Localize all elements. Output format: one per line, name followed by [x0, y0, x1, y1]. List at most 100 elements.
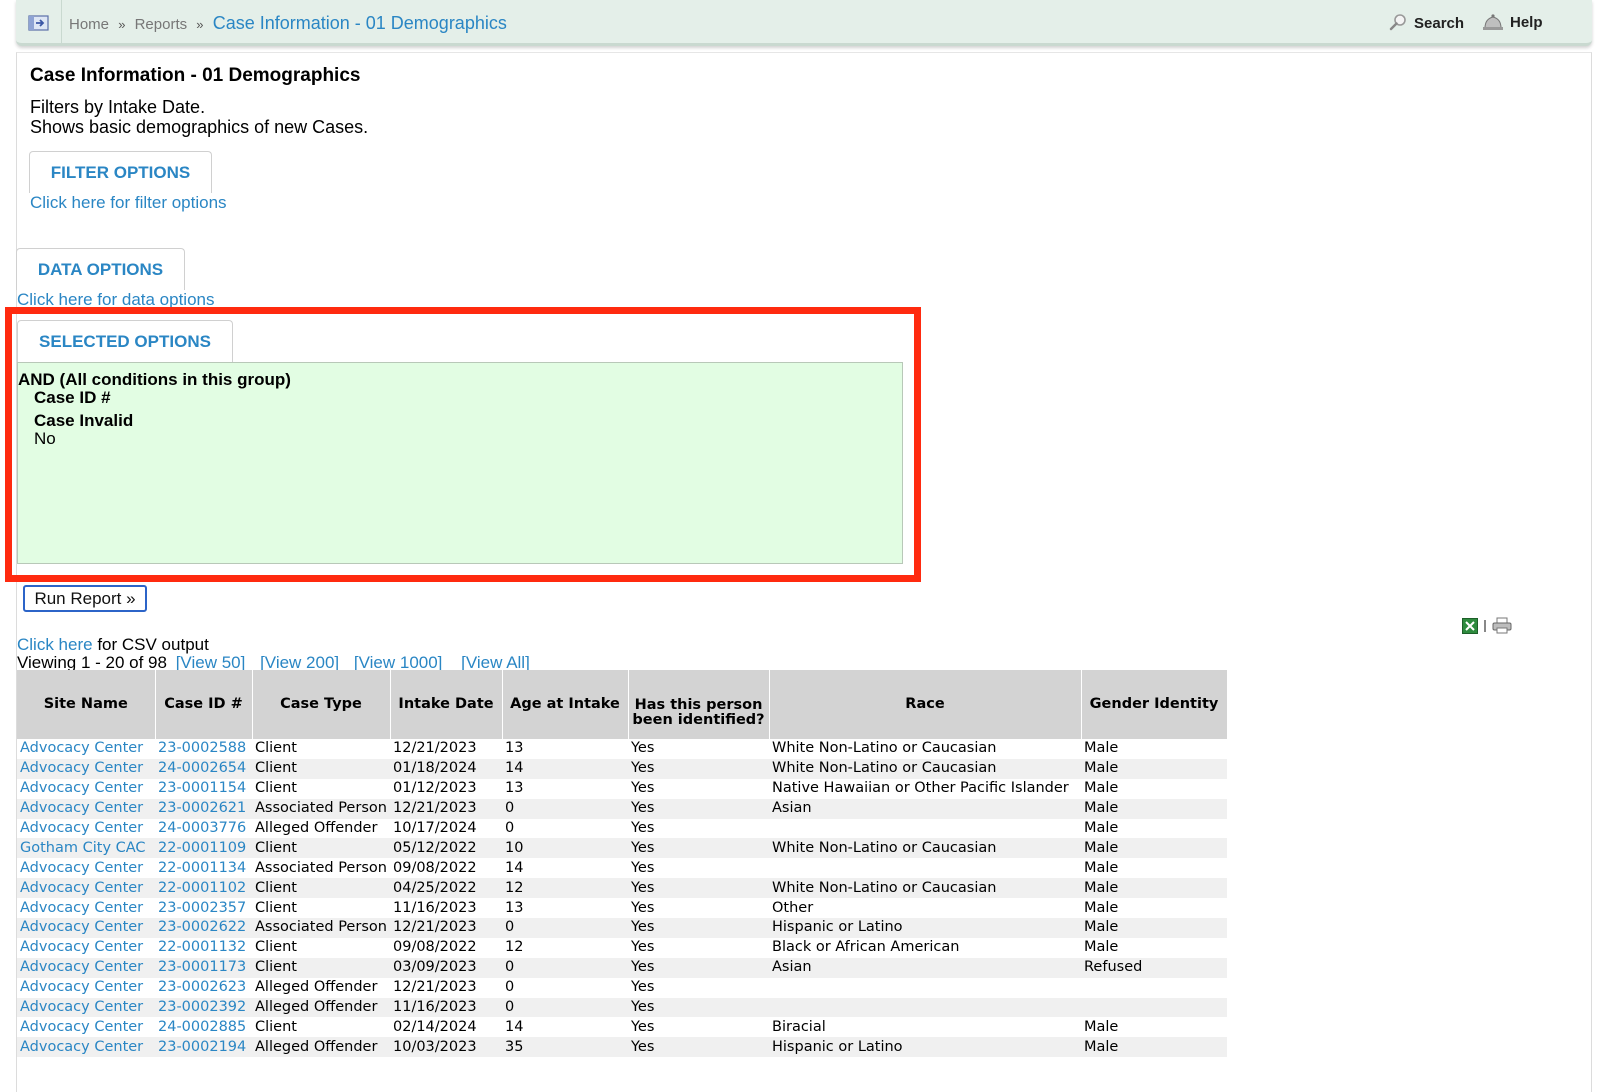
column-header-identified[interactable]: Has this person been identified?: [628, 670, 770, 739]
intake-date-cell: 02/14/2024: [393, 1018, 477, 1035]
csv-output-link[interactable]: Click here: [17, 635, 93, 654]
race-cell: White Non-Latino or Caucasian: [769, 758, 1081, 779]
run-report-button[interactable]: Run Report »: [23, 585, 147, 612]
column-header-race[interactable]: Race: [769, 670, 1082, 739]
table-row: Advocacy Center 23-0002194 Alleged Offende…: [17, 1037, 1227, 1058]
case-id-cell[interactable]: 23-0001154: [155, 779, 252, 799]
table-row: Advocacy Center 22-0001134 Associated Pers…: [17, 858, 1227, 878]
case-id-cell[interactable]: 23-0002588: [155, 739, 252, 759]
site-name-cell[interactable]: Gotham City CAC: [17, 838, 155, 859]
age-cell: 14: [502, 758, 628, 779]
site-name-cell[interactable]: Advocacy Center: [17, 1017, 155, 1037]
tab-filter-options[interactable]: FILTER OPTIONS: [29, 151, 212, 193]
gender-cell: Male: [1084, 740, 1119, 757]
site-name-cell[interactable]: Advocacy Center: [17, 1037, 155, 1058]
excel-icon[interactable]: [1462, 617, 1478, 634]
site-name-cell[interactable]: Advocacy Center: [17, 938, 155, 958]
site-name-cell[interactable]: Advocacy Center: [17, 798, 155, 819]
report-description: Filters by Intake Date. Shows basic demo…: [30, 97, 368, 137]
case-id-cell[interactable]: 23-0002357: [155, 898, 252, 918]
site-name-cell[interactable]: Advocacy Center: [17, 858, 155, 878]
identified-cell: Yes: [631, 820, 655, 836]
site-name-cell[interactable]: Advocacy Center: [17, 918, 155, 938]
race-cell: [769, 858, 1081, 878]
site-name-cell[interactable]: Advocacy Center: [17, 878, 155, 899]
table-row: Advocacy Center 23-0002622 Associated Pers…: [17, 918, 1227, 938]
site-name-cell[interactable]: Advocacy Center: [17, 957, 155, 978]
site-name-cell[interactable]: Advocacy Center: [17, 739, 155, 759]
tab-data-options[interactable]: DATA OPTIONS: [16, 248, 185, 290]
case-id-cell[interactable]: 23-0002392: [155, 997, 252, 1018]
help-button[interactable]: Help: [1482, 13, 1543, 31]
site-name-cell[interactable]: Advocacy Center: [17, 997, 155, 1018]
age-cell: 14: [505, 1018, 524, 1035]
magnifier-icon: [1389, 14, 1406, 31]
column-header-site-name[interactable]: Site Name: [17, 670, 156, 739]
breadcrumb-reports[interactable]: Reports: [135, 16, 188, 33]
filter-options-link[interactable]: Click here for filter options: [30, 193, 227, 213]
case-id-cell[interactable]: 23-0001173: [155, 957, 252, 978]
column-header-age-at-intake[interactable]: Age at Intake: [502, 670, 629, 739]
identified-cell: Yes: [628, 838, 769, 859]
column-header-intake-date[interactable]: Intake Date: [390, 670, 503, 739]
intake-date-cell: 09/08/2022: [393, 859, 477, 876]
case-type-cell: Client: [252, 957, 390, 978]
case-id-cell[interactable]: 22-0001102: [155, 878, 252, 899]
condition-group-label: AND (All conditions in this group): [18, 370, 291, 389]
intake-date-cell: 05/12/2022: [390, 838, 502, 859]
age-cell: 35: [502, 1037, 628, 1058]
gender-cell: Male: [1081, 918, 1227, 938]
race-cell: [769, 819, 1081, 839]
identified-cell: Yes: [631, 899, 655, 916]
site-name-cell[interactable]: Advocacy Center: [17, 758, 155, 779]
identified-cell: Yes: [628, 918, 769, 938]
identified-cell: Yes: [628, 1037, 769, 1058]
column-header-case-id[interactable]: Case ID #: [155, 670, 253, 739]
identified-cell: Yes: [628, 798, 769, 819]
site-name-cell[interactable]: Advocacy Center: [17, 779, 155, 799]
search-label: Search: [1414, 14, 1465, 32]
case-id-cell[interactable]: 24-0002885: [155, 1017, 252, 1037]
race-cell: Black or African American: [772, 939, 960, 956]
home-arrow-icon[interactable]: [16, 0, 62, 46]
breadcrumb-home[interactable]: Home: [69, 16, 109, 33]
gender-cell: Male: [1084, 780, 1119, 797]
case-id-cell[interactable]: 24-0003776: [155, 819, 252, 839]
gender-cell: [1081, 997, 1227, 1018]
case-id-cell[interactable]: 22-0001109: [155, 838, 252, 859]
case-id-cell[interactable]: 23-0002623: [155, 978, 252, 998]
case-id-cell[interactable]: 23-0002621: [155, 798, 252, 819]
table-row: Advocacy Center 23-0002392 Alleged Offende…: [17, 997, 1227, 1018]
tab-selected-options[interactable]: SELECTED OPTIONS: [17, 320, 233, 363]
intake-date-cell: 10/03/2023: [390, 1037, 502, 1058]
site-name-cell[interactable]: Advocacy Center: [17, 819, 155, 839]
description-line: Filters by Intake Date.: [30, 97, 206, 117]
case-id-cell[interactable]: 22-0001132: [155, 938, 252, 958]
site-name-cell[interactable]: Advocacy Center: [17, 898, 155, 918]
breadcrumb-current[interactable]: Case Information - 01 Demographics: [213, 13, 507, 33]
printer-icon[interactable]: [1492, 617, 1512, 634]
data-options-link[interactable]: Click here for data options: [17, 290, 215, 310]
gender-cell: Male: [1084, 820, 1119, 836]
case-id-cell[interactable]: 23-0002194: [155, 1037, 252, 1058]
top-nav-bar: Home » Reports » Case Information - 01 D…: [16, 0, 1592, 46]
site-name-cell[interactable]: Advocacy Center: [17, 978, 155, 998]
column-header-case-type[interactable]: Case Type: [252, 670, 391, 739]
gender-cell: Male: [1084, 1018, 1119, 1035]
case-type-cell: Associated Person: [252, 798, 390, 819]
case-id-cell[interactable]: 22-0001134: [155, 858, 252, 878]
table-row: Advocacy Center 23-0001173 Client 03/09/202…: [17, 957, 1227, 978]
race-cell: White Non-Latino or Caucasian: [769, 838, 1081, 859]
column-header-gender-identity[interactable]: Gender Identity: [1081, 670, 1228, 739]
gender-cell: Male: [1081, 838, 1227, 859]
intake-date-cell: 10/17/2024: [393, 820, 477, 836]
csv-output-line: Click here for CSV output: [17, 635, 209, 655]
breadcrumb-separator: »: [196, 17, 204, 32]
search-button[interactable]: Search: [1388, 13, 1464, 33]
report-table: Site Name Case ID # Case Type Intake Dat…: [17, 670, 1228, 1058]
identified-cell: Yes: [628, 878, 769, 899]
case-id-cell[interactable]: 23-0002622: [155, 918, 252, 938]
case-id-cell[interactable]: 24-0002654: [155, 758, 252, 779]
condition-case-invalid-value: No: [34, 429, 56, 448]
divider-icon: [1484, 619, 1486, 632]
